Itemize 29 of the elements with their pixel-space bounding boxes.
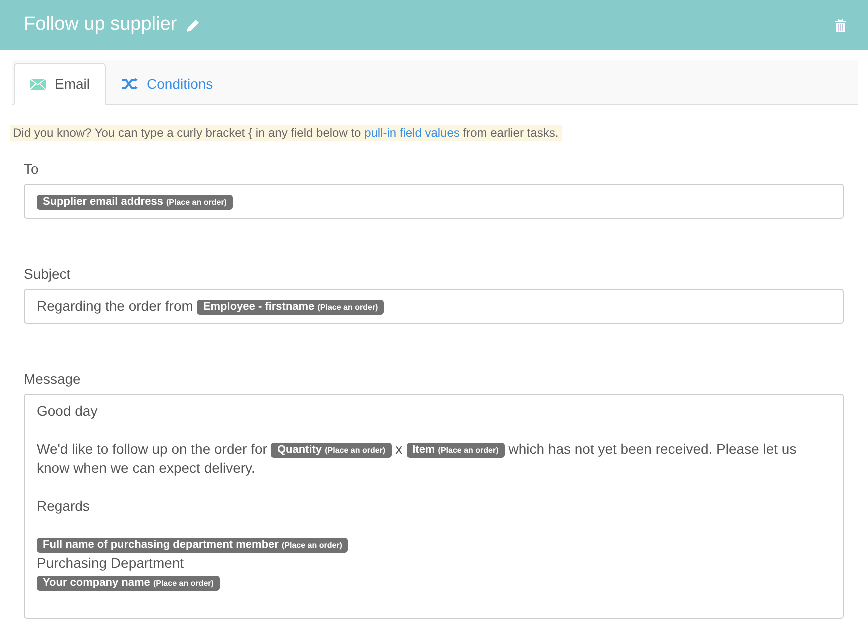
field-label: Subject (24, 266, 72, 282)
shuffle-icon (122, 78, 138, 90)
field-label: Message (24, 371, 82, 387)
tab[interactable]: Conditions (106, 63, 230, 105)
body-text: x (396, 441, 403, 457)
message-field[interactable] (24, 394, 844, 619)
pencil-icon[interactable] (187, 18, 200, 32)
tip-text: Did you know? You can type a curly bracket { in any field below to pull-in field values from earlier tasks. (10, 125, 562, 141)
field-token: Item (Place an order) (406, 443, 505, 458)
field-token: Employee - firstname (Place an order) (197, 300, 384, 315)
body-text: Purchasing Department (37, 555, 184, 571)
envelope-icon (30, 78, 46, 90)
field-token: Full name of purchasing department member (Place an order) (37, 538, 348, 553)
body-text: Good day (37, 403, 98, 419)
tab[interactable]: Email (14, 63, 106, 105)
help-link[interactable]: pull-in field values (364, 126, 460, 140)
field-token: Quantity (Place an order) (271, 443, 392, 458)
page-title: Follow up supplier (24, 14, 178, 36)
field-token: Your company name (Place an order) (37, 576, 220, 591)
body-text: Regarding the order from (37, 298, 194, 314)
body-text: know when we can expect delivery. (37, 460, 256, 476)
body-text: We'd like to follow up on the order for (37, 441, 268, 457)
input-field[interactable]: Supplier email address (Place an order) (24, 184, 844, 219)
body-text: which has not yet been received. Please let us (508, 441, 797, 457)
input-field[interactable]: Regarding the order from Employee - firstname (Place an order) (24, 289, 844, 324)
field-label: To (24, 161, 40, 177)
body-text: Regards (37, 498, 90, 514)
field-token: Supplier email address (Place an order) (37, 195, 233, 210)
trash-icon[interactable] (835, 18, 846, 32)
